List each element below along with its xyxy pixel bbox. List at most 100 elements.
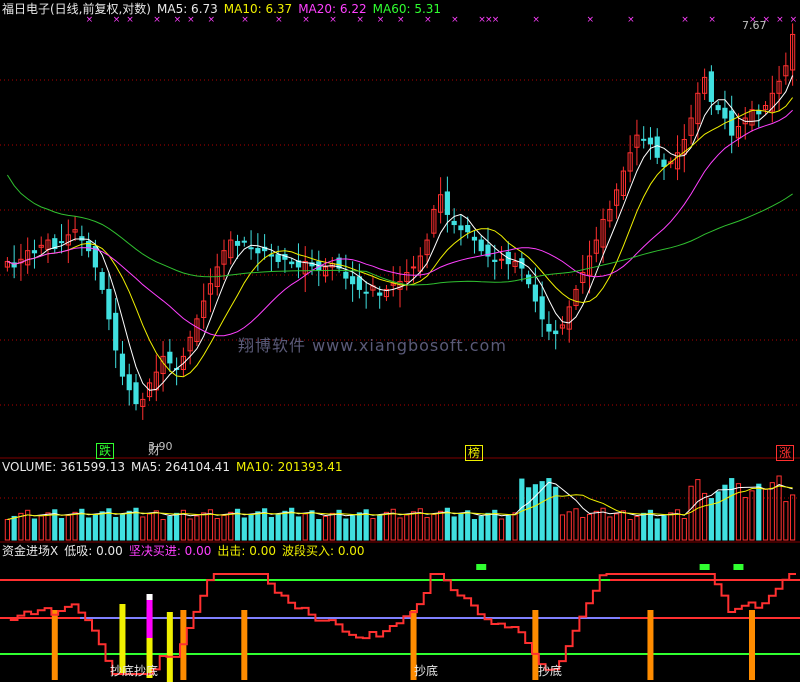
signal-marker: × [207,15,215,25]
volume-bar [438,510,444,541]
volume-bar [742,497,748,541]
volume-bar [715,491,721,541]
volume-bar [729,478,735,541]
volume-bar [458,513,464,541]
signal-bar-yellow [166,612,173,682]
volume-bar [465,510,471,541]
candle-body [363,291,369,294]
volume-bar [221,514,227,541]
volume-bar [58,517,65,541]
signal-marker: × [275,15,283,25]
signal-bar-orange [241,610,248,680]
signal-marker: × [126,15,134,25]
volume-bar [478,515,484,541]
signal-marker: × [451,15,459,25]
price-panel-header: 福日电子(日线,前复权,对数) MA5: 6.73 MA10: 6.37 MA20: … [2,2,447,16]
volume-bar [614,513,620,541]
chaodi-label: 抄底 [538,664,563,678]
volume-bar [668,512,674,541]
indicator-signal-square [476,564,487,570]
volume-bar [566,511,572,541]
volume-bar [167,515,173,541]
boduan-value: 波段买入: 0.00 [281,544,365,558]
volume-bar [722,484,728,541]
signal-marker: × [174,15,182,25]
volume-bar [593,510,599,541]
volume-bar [31,518,38,541]
candle-body [350,276,356,285]
volume-bar [370,517,376,541]
volume-bar [471,519,478,541]
volume-bar [38,515,44,541]
volume-bar [397,517,403,541]
candle-body [248,247,254,250]
volume-ma10-line [7,485,793,520]
volume-bar [228,511,234,541]
volume-bar [431,513,437,541]
candle-body [539,296,545,320]
candle-body [722,107,728,119]
volume-bar [343,518,349,541]
signal-marker: × [424,15,432,25]
candle-body [255,248,261,254]
candle-body [31,250,38,254]
volume-bar [580,516,586,541]
volume-bar [140,516,146,541]
candle-body [654,136,660,158]
volume-bar [153,510,159,541]
volume-bar [377,514,383,541]
candle-body [58,241,65,244]
volume-bar [769,482,775,541]
volume-bar [620,510,626,541]
dixi-value: 低吸: 0.00 [64,544,123,558]
volume-value: VOLUME: 361599.13 [2,460,125,474]
signal-marker: × [708,15,716,25]
candle-body [532,284,538,302]
volume-panel-header: VOLUME: 361599.13 MA5: 264104.41 MA10: 201… [2,460,349,474]
signal-marker: × [329,15,337,25]
ma5-value: MA5: 6.73 [157,2,218,16]
signal-marker: × [587,15,595,25]
volume-bar [505,515,511,541]
volume-bar [695,479,701,541]
volume-bar [275,513,281,541]
volume-bar [174,512,180,541]
volume-bar [553,486,559,541]
signal-marker: × [492,15,500,25]
volume-bar [316,519,322,541]
signal-marker: × [113,15,121,25]
candle-body [756,110,762,115]
volume-bar [350,515,356,541]
candle-body [289,261,295,265]
volume-bar [295,516,302,541]
volume-bar [498,518,505,541]
signal-marker: × [86,15,94,25]
candle-body [410,266,417,269]
volume-bar [4,519,10,541]
candle-body [167,351,173,364]
jianjue-value: 坚决买进: 0.00 [128,544,212,558]
candle-body [133,382,139,405]
watermark: 翔博软件 www.xiangbosoft.com [238,336,507,355]
candle-body [343,271,349,279]
candle-body [546,323,552,332]
volume-bar [65,514,71,541]
indicator-panel-header: 资金进场X 低吸: 0.00 坚决买进: 0.00 出击: 0.00 波段买入: 0.0… [2,544,371,558]
volume-bar [126,510,132,541]
signal-marker: × [187,15,195,25]
signal-marker: × [790,15,798,25]
chuji-value: 出击: 0.00 [217,544,276,558]
volume-ma5: MA5: 264104.41 [131,460,230,474]
volume-bar [99,511,105,541]
candle-body [113,312,119,351]
candle-body [478,239,484,252]
candle-body [119,353,126,377]
signal-marker: × [153,15,161,25]
volume-bar [214,517,220,541]
candle-body [661,159,667,167]
ma10-value: MA10: 6.37 [223,2,293,16]
candle-body [444,191,450,215]
signal-marker: × [627,15,635,25]
ma60-value: MA60: 5.31 [372,2,442,16]
volume-bar [559,514,566,541]
